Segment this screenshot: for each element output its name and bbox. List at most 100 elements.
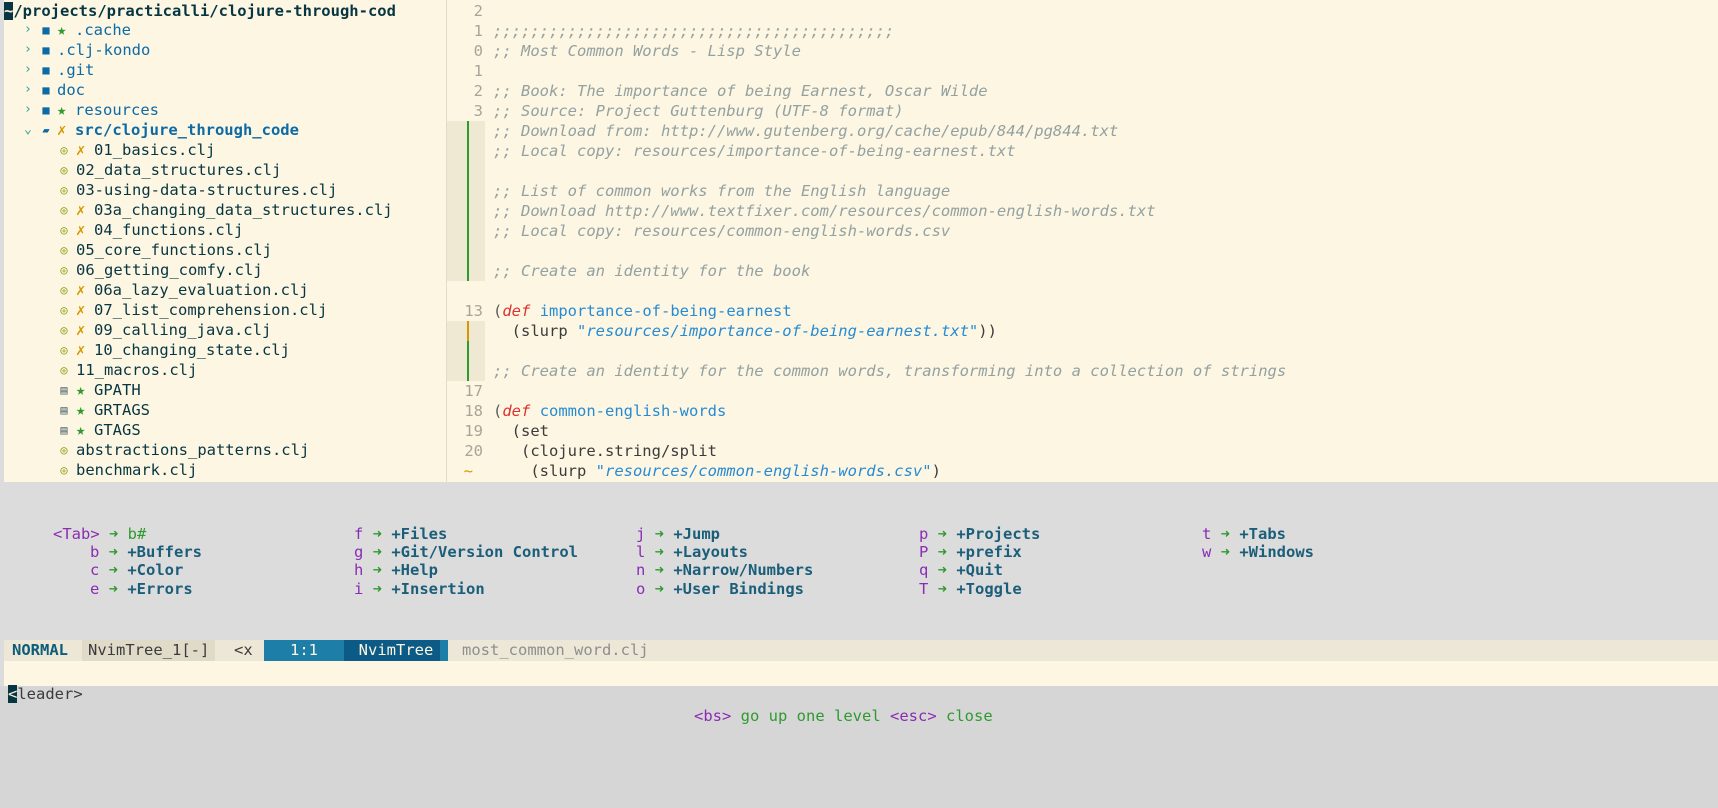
buffer-tab-active[interactable]: NvimTree_1[-] (82, 640, 216, 661)
code-line[interactable] (447, 281, 1718, 301)
code-line[interactable]: 18 (def common-english-words (447, 401, 1718, 421)
which-key-item[interactable]: c ➜ +Color (90, 560, 183, 580)
which-key-item[interactable]: t ➜ +Tabs (1202, 524, 1286, 544)
which-key-item[interactable]: n ➜ +Narrow/Numbers (636, 560, 813, 580)
git-modified-icon: ✗ (76, 301, 86, 319)
tree-file[interactable]: ◎ ✗ 10_changing_state.clj (4, 340, 444, 360)
which-key-item[interactable]: p ➜ +Projects (919, 524, 1040, 544)
tree-file[interactable]: ◎ ✗ 09_calling_java.clj (4, 320, 444, 340)
which-key-item[interactable]: P ➜ +prefix (919, 542, 1022, 562)
code-line[interactable]: 1;;;;;;;;;;;;;;;;;;;;;;;;;;;;;;;;;;;;;;;… (447, 21, 1718, 41)
which-key-item[interactable]: w ➜ +Windows (1202, 542, 1314, 562)
editor-pane[interactable]: 2 1;;;;;;;;;;;;;;;;;;;;;;;;;;;;;;;;;;;;;;… (447, 0, 1718, 482)
tree-folder[interactable]: › ■ .clj-kondo (4, 40, 444, 60)
tree-file[interactable]: ◎ 02_data_structures.clj (4, 160, 444, 180)
clojure-file-icon: ◎ (60, 263, 68, 277)
code-line[interactable] (447, 161, 1718, 181)
tree-file[interactable]: ◎ ✗ 06a_lazy_evaluation.clj (4, 280, 444, 300)
tree-file[interactable]: ◎ 05_core_functions.clj (4, 240, 444, 260)
tree-root-path-text: /projects/practicalli/clojure-through-co… (13, 2, 396, 20)
which-key-item[interactable]: <Tab> ➜ b# (53, 524, 146, 544)
code-line[interactable]: ;; List of common works from the English… (447, 181, 1718, 201)
which-key-item[interactable]: l ➜ +Layouts (636, 542, 748, 562)
code-line[interactable]: ;; Download http://www.textfixer.com/res… (447, 201, 1718, 221)
tree-file[interactable]: ◎ benchmark.clj (4, 460, 444, 480)
clojure-file-icon: ◎ (60, 463, 68, 477)
tree-folder[interactable]: › ■ ★ .cache (4, 20, 444, 40)
chevron-right-icon[interactable]: › (24, 20, 38, 40)
which-key-item[interactable]: i ➜ +Insertion (354, 579, 485, 599)
chevron-right-icon[interactable]: › (24, 60, 38, 80)
sign-column (447, 241, 485, 261)
tree-file[interactable]: ◎ 11_macros.clj (4, 360, 444, 380)
clojure-file-icon: ◎ (60, 343, 68, 357)
code-line[interactable]: ;; Local copy: resources/common-english-… (447, 221, 1718, 241)
tree-file[interactable]: ◎ ✗ 01_basics.clj (4, 140, 444, 160)
tree-item-name: 10_changing_state.clj (94, 341, 290, 359)
arrow-icon: ➜ (645, 579, 674, 598)
close-buffer-button[interactable]: <x (230, 640, 257, 661)
which-key-item[interactable]: j ➜ +Jump (636, 524, 720, 544)
code-line[interactable]: ;; Download from: http://www.gutenberg.o… (447, 121, 1718, 141)
chevron-right-icon[interactable]: › (24, 100, 38, 120)
chevron-down-icon[interactable]: ⌄ (24, 120, 38, 140)
which-key-item[interactable]: q ➜ +Quit (919, 560, 1003, 580)
tree-root-path: ~/projects/practicalli/clojure-through-c… (4, 1, 396, 21)
tree-file[interactable]: ▤ ★ GPATH (4, 380, 444, 400)
which-key-desc: +Layouts (673, 543, 748, 562)
which-key-item[interactable]: b ➜ +Buffers (90, 542, 202, 562)
code-text: ;; Create an identity for the common wor… (493, 361, 1286, 381)
which-key-item[interactable]: e ➜ +Errors (90, 579, 193, 599)
code-line[interactable] (447, 241, 1718, 261)
command-line[interactable]: <leader> <bs> go up one level <esc> clos… (4, 661, 1718, 725)
code-line[interactable]: 0 ;; Most Common Words - Lisp Style (447, 41, 1718, 61)
code-token: ;;;;;;;;;;;;;;;;;;;;;;;;;;;;;;;;;;;;;;;;… (493, 22, 895, 40)
tree-file[interactable]: ◎ 03-using-data-structures.clj (4, 180, 444, 200)
which-key-key: i (354, 579, 364, 598)
file-tree-panel[interactable]: ~/projects/practicalli/clojure-through-c… (4, 0, 447, 482)
tree-file[interactable]: ◎ ✗ 07_list_comprehension.clj (4, 300, 444, 320)
code-line[interactable]: 2 (447, 1, 1718, 21)
code-line[interactable]: ;; Create an identity for the book (447, 261, 1718, 281)
tree-file[interactable]: ◎ ✗ 03a_changing_data_structures.clj (4, 200, 444, 220)
code-line[interactable]: 20 (clojure.string/split (447, 441, 1718, 461)
git-modified-icon: ✗ (76, 341, 86, 359)
which-key-item[interactable]: f ➜ +Files (354, 524, 447, 544)
tree-file[interactable]: ◎ abstractions_patterns.clj (4, 440, 444, 460)
code-line[interactable]: ;; Create an identity for the common wor… (447, 361, 1718, 381)
which-key-item[interactable]: o ➜ +User Bindings (636, 579, 804, 599)
tree-file[interactable]: ◎ ✗ 04_functions.clj (4, 220, 444, 240)
which-key-item[interactable]: g ➜ +Git/Version Control (354, 542, 578, 562)
hint-text-up: go up one level (740, 707, 881, 725)
code-line[interactable] (447, 341, 1718, 361)
git-added-sign (467, 141, 469, 161)
code-line[interactable]: 2 ;; Book: The importance of being Earnes… (447, 81, 1718, 101)
which-key-key: n (636, 561, 646, 580)
code-line[interactable]: 19 (set (447, 421, 1718, 441)
buffer-tab-inactive[interactable]: most_common_word.clj (462, 640, 649, 661)
which-key-item[interactable]: T ➜ +Toggle (919, 579, 1022, 599)
chevron-right-icon[interactable]: › (24, 40, 38, 60)
tree-folder[interactable]: ⌄ ▰ ✗ src/clojure_through_code (4, 120, 444, 140)
tree-file[interactable]: ▤ ★ GRTAGS (4, 400, 444, 420)
clojure-file-icon: ◎ (60, 243, 68, 257)
tree-file[interactable]: ▤ ★ GTAGS (4, 420, 444, 440)
code-line[interactable]: ~ (slurp "resources/common-english-words… (447, 461, 1718, 481)
tree-file[interactable]: ◎ 06_getting_comfy.clj (4, 260, 444, 280)
tree-folder[interactable]: › ■ ★ resources (4, 100, 444, 120)
code-line[interactable]: 1 (447, 61, 1718, 81)
code-line[interactable]: ;; Local copy: resources/importance-of-b… (447, 141, 1718, 161)
tree-folder[interactable]: › ■ .git (4, 60, 444, 80)
code-line[interactable]: 3 ;; Source: Project Guttenburg (UTF-8 fo… (447, 101, 1718, 121)
code-line[interactable]: (slurp "resources/importance-of-being-ea… (447, 321, 1718, 341)
which-key-item[interactable]: h ➜ +Help (354, 560, 438, 580)
code-token: ;; Create an identity for the book (493, 262, 811, 280)
tree-folder[interactable]: › ■ doc (4, 80, 444, 100)
code-line[interactable]: 17 (447, 381, 1718, 401)
file-icon: ▤ (60, 423, 68, 437)
code-line[interactable]: 13 (def importance-of-being-earnest (447, 301, 1718, 321)
code-text: ;; Download from: http://www.gutenberg.o… (493, 121, 1118, 141)
code-token: (slurp (493, 462, 596, 480)
chevron-right-icon[interactable]: › (24, 80, 38, 100)
which-key-key: e (90, 579, 100, 598)
